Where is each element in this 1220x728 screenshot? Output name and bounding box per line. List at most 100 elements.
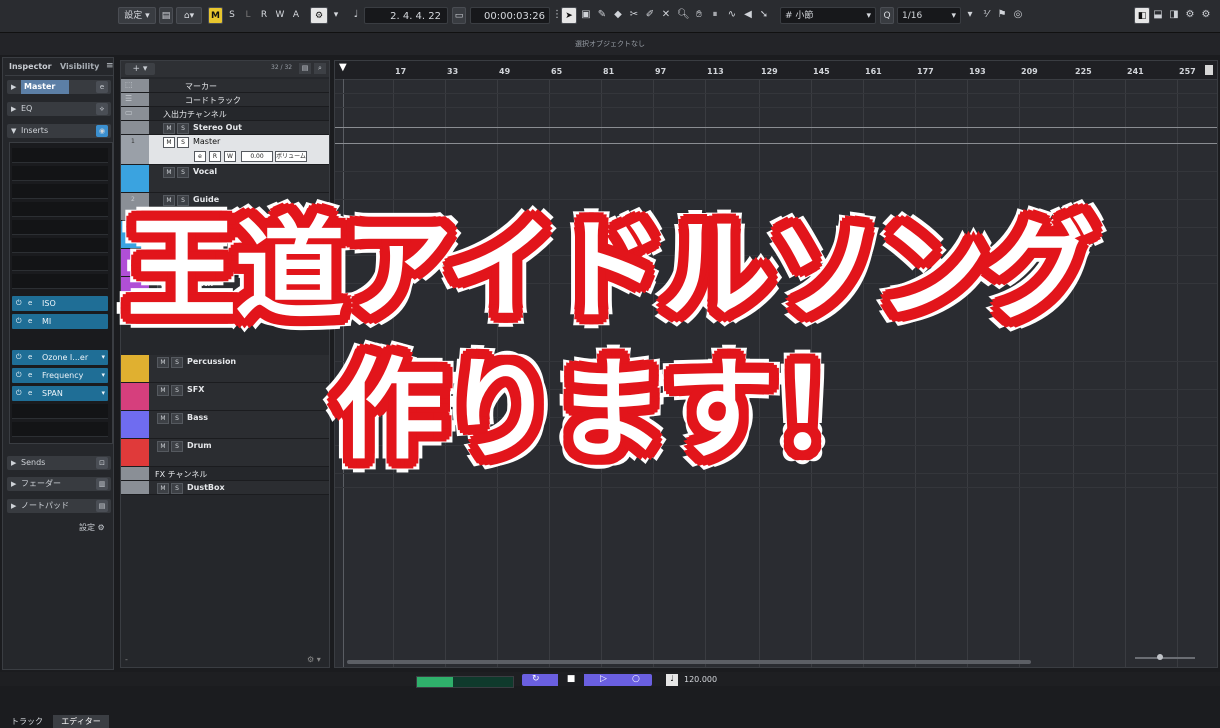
track-fx-channels[interactable]: FX チャンネル (121, 467, 329, 481)
write-automation-button[interactable]: W (224, 151, 236, 162)
mode-r-button[interactable]: R (257, 7, 271, 24)
timecode-format-icon[interactable]: ▭ (452, 7, 466, 24)
comp-tool-icon[interactable]: ⏸ (709, 9, 721, 21)
position-time-display[interactable]: 00:00:03:26 (470, 7, 550, 24)
solo-button[interactable]: S (171, 279, 183, 290)
mute-button[interactable]: M (163, 251, 175, 262)
track-synth-a[interactable]: MS (121, 249, 329, 277)
automation-dropdown-icon[interactable]: ▾ (330, 7, 342, 24)
edit-channel-icon[interactable]: e (194, 151, 206, 162)
insert-slot-empty[interactable] (12, 202, 108, 217)
ruler[interactable]: ▼ 17 33 49 65 81 97 113 129 145 161 177 … (335, 61, 1217, 80)
mute-button[interactable]: M (157, 279, 169, 290)
solo-button[interactable]: S (171, 413, 183, 424)
glue-tool-icon[interactable]: ✐ (644, 9, 656, 21)
solo-button[interactable]: S (171, 385, 183, 396)
layout-icon[interactable]: ▤ (159, 7, 173, 24)
notepad-icon[interactable]: ▤ (96, 500, 108, 512)
edit-icon[interactable]: e (28, 386, 32, 401)
inspector-menu-icon[interactable]: ≡ (106, 61, 114, 71)
fader-icon[interactable]: ▥ (96, 478, 108, 490)
edit-icon[interactable]: e (28, 350, 32, 365)
insert-slot-empty[interactable] (12, 166, 108, 181)
mute-button[interactable]: M (163, 223, 175, 234)
insert-slot-empty[interactable] (12, 274, 108, 289)
power-icon[interactable]: ⏻ (16, 296, 22, 311)
stop-icon[interactable]: ■ (558, 674, 584, 686)
mute-button[interactable]: M (163, 167, 175, 178)
chevron-down-icon[interactable]: ▾ (101, 350, 105, 365)
eraser-tool-icon[interactable]: ◆ (612, 9, 624, 21)
mute-button[interactable]: M (163, 195, 175, 206)
edit-channel-icon[interactable]: e (96, 81, 108, 93)
arrow-tool-icon[interactable]: ➘ (758, 9, 770, 21)
insert-slot-empty[interactable] (12, 184, 108, 199)
automation-icon[interactable]: ⚙ (310, 7, 328, 24)
power-icon[interactable]: ⏻ (16, 368, 22, 383)
insert-slot-empty[interactable] (12, 220, 108, 235)
warp-tool-icon[interactable]: ∿ (726, 9, 738, 21)
pointer-tool-icon[interactable]: ➤ (561, 7, 577, 24)
chevron-down-icon[interactable]: ▾ (101, 386, 105, 401)
track-dustbox[interactable]: M S DustBox (121, 481, 329, 495)
chevron-down-icon[interactable]: ▾ (101, 368, 105, 383)
read-automation-button[interactable]: R (209, 151, 221, 162)
track-vocal[interactable]: M S Vocal (121, 165, 329, 193)
play-icon[interactable]: ▷ (600, 674, 607, 684)
solo-button[interactable]: S (171, 441, 183, 452)
solo-button[interactable]: S (177, 123, 189, 134)
zoom-slider[interactable] (1135, 657, 1195, 659)
tab-editor[interactable]: エディター (53, 715, 109, 728)
solo-button[interactable]: S (177, 195, 189, 206)
grid-type-dropdown[interactable]: # 小節 ▾ (780, 7, 876, 24)
left-zone-icon[interactable]: ◧ (1134, 7, 1150, 24)
toolbar-settings-icon[interactable]: ⚙ (1200, 9, 1212, 21)
vertical-scrollbar[interactable] (1205, 65, 1213, 75)
quantize-dropdown[interactable]: 1/16 ▾ (897, 7, 961, 24)
track-guide[interactable]: 2 M S Guide (121, 193, 329, 221)
mute-button[interactable]: M (157, 385, 169, 396)
mode-s-button[interactable]: S (225, 7, 239, 24)
solo-button[interactable]: S (177, 137, 189, 148)
metronome-note-icon[interactable]: ♩ (350, 9, 362, 21)
insert-slot-empty[interactable] (12, 256, 108, 271)
zoom-slider-handle[interactable] (1157, 654, 1163, 660)
project-arrange-window[interactable]: ▼ 17 33 49 65 81 97 113 129 145 161 177 … (334, 60, 1218, 668)
mode-l-button[interactable]: L (241, 7, 255, 24)
split-tool-icon[interactable]: ✂ (628, 9, 640, 21)
track-percussion[interactable]: M S Percussion (121, 355, 329, 383)
track-bass[interactable]: M S Bass (121, 411, 329, 439)
inspector-settings[interactable]: 設定 ⚙ (79, 522, 105, 533)
edit-icon[interactable]: e (28, 296, 32, 311)
swing-icon[interactable]: ⅟ (980, 9, 992, 21)
insert-plugin-frequency[interactable]: ⏻ e Frequency ▾ (12, 368, 108, 383)
sends-icon[interactable]: ⊡ (96, 457, 108, 469)
track-master[interactable]: 1 M S Master e R W 0.00 ボリューム (121, 135, 329, 165)
track-ki[interactable]: M S Ki (121, 221, 329, 249)
home-icon[interactable]: ⌂▾ (176, 7, 202, 24)
mute-button[interactable]: M (157, 357, 169, 368)
mute-button[interactable]: M (157, 483, 169, 494)
range-tool-icon[interactable]: ▣ (580, 9, 592, 21)
track-marker[interactable]: ⬚ マーカー (121, 79, 329, 93)
iterative-icon[interactable]: ◎ (1012, 9, 1024, 21)
inspector-notepad-row[interactable]: ▶ ノートパッド ▤ (7, 499, 111, 513)
track-synth[interactable]: M S Synth (121, 277, 329, 305)
power-icon[interactable]: ⏻ (16, 386, 22, 401)
inspector-eq-row[interactable]: ▶ EQ ⟡ (7, 102, 111, 116)
eq-curve-icon[interactable]: ⟡ (96, 103, 108, 115)
insert-slot-empty[interactable] (12, 422, 108, 437)
insert-plugin-span[interactable]: ⏻ e SPAN ▾ (12, 386, 108, 401)
track-sfx[interactable]: M S SFX (121, 383, 329, 411)
track-list-view-icon[interactable]: ▤ (299, 63, 311, 74)
track-io-channels[interactable]: ▭ 入出力チャンネル (121, 107, 329, 121)
settings-gear-icon[interactable]: ⚙ ▾ (307, 655, 321, 664)
edit-icon[interactable]: e (28, 314, 32, 329)
inspector-sends-row[interactable]: ▶ Sends ⊡ (7, 456, 111, 470)
right-zone-icon[interactable]: ◨ (1168, 9, 1180, 21)
track-stereo-out[interactable]: M S Stereo Out (121, 121, 329, 135)
solo-button[interactable]: S (171, 357, 183, 368)
insert-plugin-ozone[interactable]: ⏻ e Ozone I...er ▾ (12, 350, 108, 365)
mute-button[interactable]: M (163, 123, 175, 134)
insert-slot-empty[interactable] (12, 148, 108, 163)
